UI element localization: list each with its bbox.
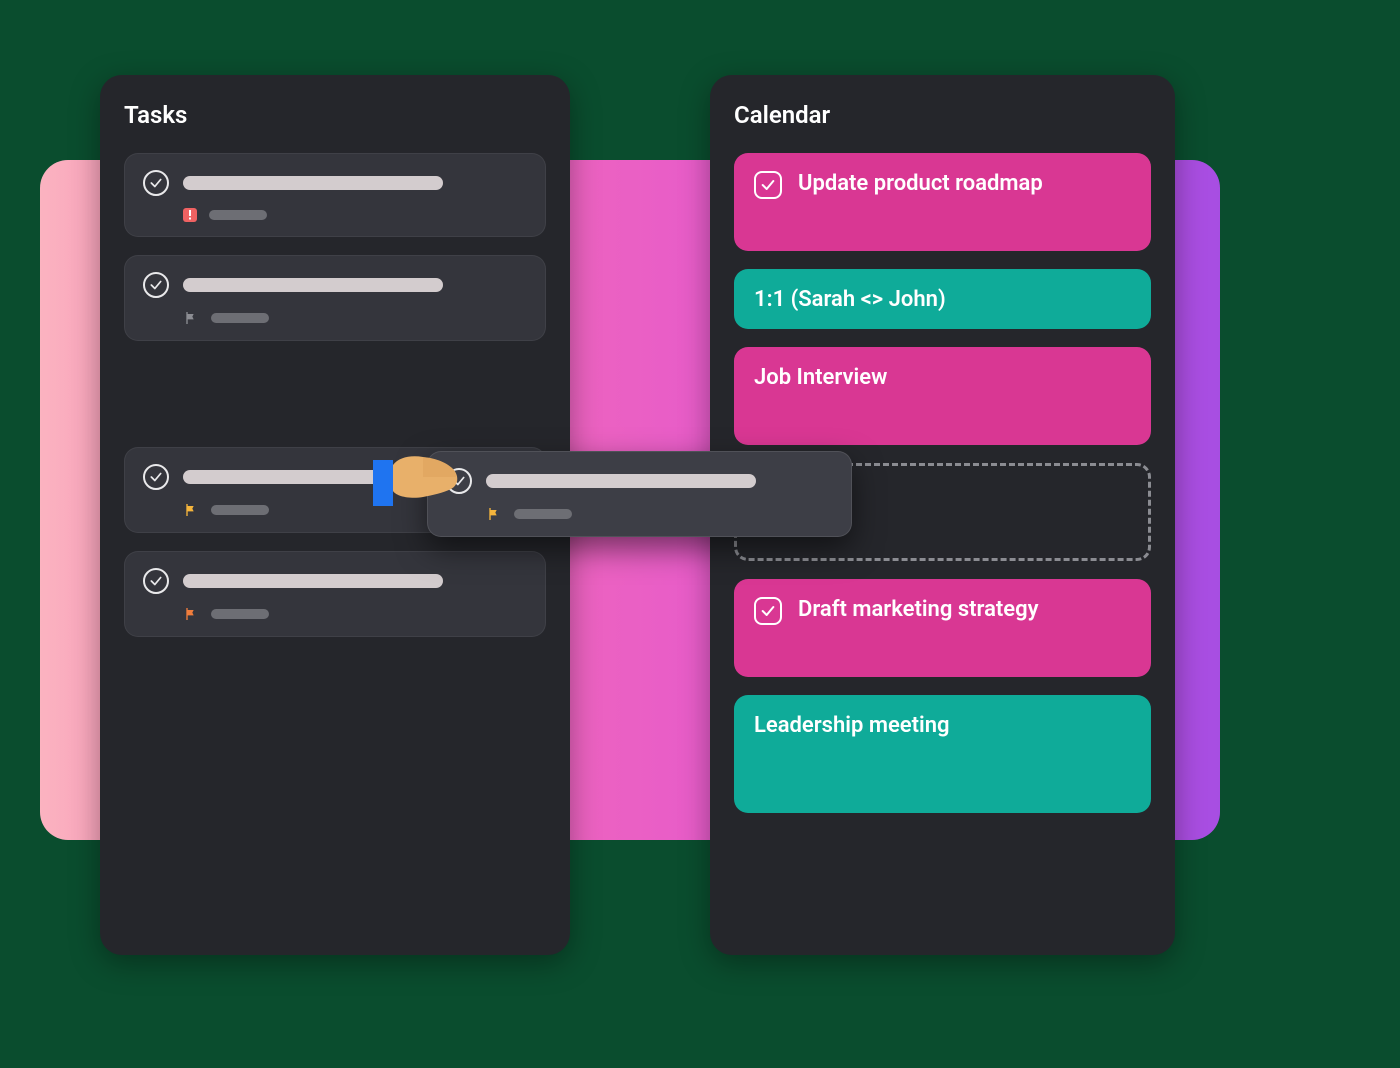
task-meta-placeholder <box>211 609 269 619</box>
calendar-event[interactable]: Draft marketing strategy <box>734 579 1151 677</box>
task-card[interactable] <box>124 153 546 237</box>
event-label: Update product roadmap <box>798 171 1043 196</box>
task-title-placeholder <box>183 176 443 190</box>
task-meta-placeholder <box>211 313 269 323</box>
event-checkbox-icon[interactable] <box>754 597 782 625</box>
checkbox-icon[interactable] <box>143 170 169 196</box>
task-meta-placeholder <box>209 210 267 220</box>
checkbox-icon[interactable] <box>143 568 169 594</box>
checkbox-icon[interactable] <box>143 464 169 490</box>
urgent-priority-icon <box>183 208 197 222</box>
task-title-placeholder <box>183 278 443 292</box>
calendar-event[interactable]: 1:1 (Sarah <> John) <box>734 269 1151 329</box>
task-card[interactable] <box>124 255 546 341</box>
checkbox-icon[interactable] <box>143 272 169 298</box>
flag-icon <box>183 310 199 326</box>
flag-icon <box>183 606 199 622</box>
tasks-panel-title: Tasks <box>124 101 546 129</box>
event-label: Job Interview <box>754 365 887 390</box>
task-meta-placeholder <box>211 505 269 515</box>
flag-icon <box>486 506 502 522</box>
calendar-event[interactable]: Job Interview <box>734 347 1151 445</box>
event-label: 1:1 (Sarah <> John) <box>754 287 946 312</box>
event-checkbox-icon[interactable] <box>754 171 782 199</box>
event-label: Draft marketing strategy <box>798 597 1039 622</box>
event-label: Leadership meeting <box>754 713 950 738</box>
drag-hand-icon <box>373 455 463 511</box>
calendar-event[interactable]: Update product roadmap <box>734 153 1151 251</box>
dragged-task-card[interactable] <box>427 451 852 537</box>
calendar-event[interactable]: Leadership meeting <box>734 695 1151 813</box>
calendar-panel-title: Calendar <box>734 101 1151 129</box>
task-title-placeholder <box>183 574 443 588</box>
flag-icon <box>183 502 199 518</box>
task-meta-placeholder <box>514 509 572 519</box>
stage: Tasks <box>15 15 1245 995</box>
task-title-placeholder <box>486 474 756 488</box>
task-card[interactable] <box>124 551 546 637</box>
